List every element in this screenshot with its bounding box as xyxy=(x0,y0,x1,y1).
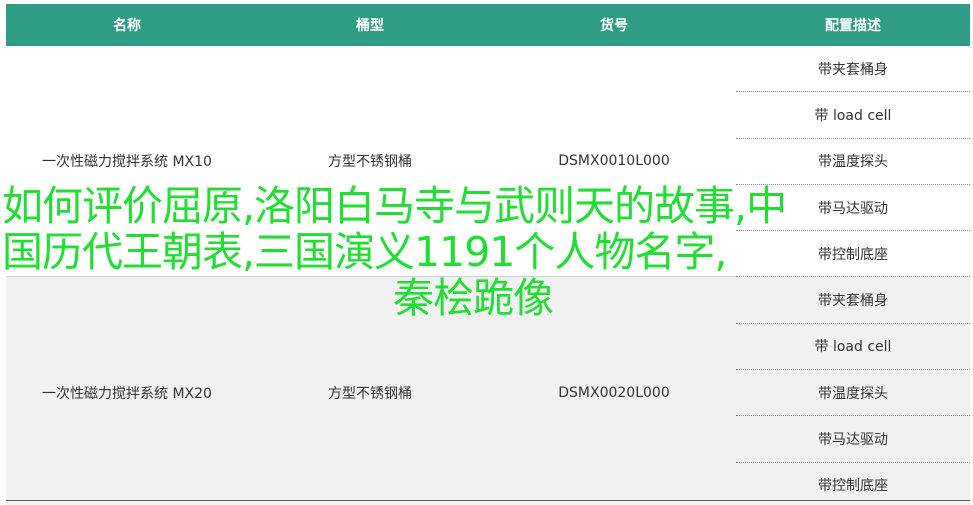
config-cell: 带马达驱动 xyxy=(736,415,970,463)
header-bucket-type: 桶型 xyxy=(248,4,492,46)
config-cell: 带控制底座 xyxy=(736,462,970,505)
config-cell: 带 load cell xyxy=(736,91,970,139)
config-cell: 带温度探头 xyxy=(736,369,970,417)
table-row: 一次性磁力搅拌系统 MX10 方型不锈钢桶 DSMX0010L000 带夹套桶身 xyxy=(6,46,970,277)
overlay-line-1: 如何评价屈原,洛阳白马寺与武则天的故事,中 xyxy=(2,182,787,230)
config-cell: 带夹套桶身 xyxy=(736,46,970,93)
config-cell: 带温度探头 xyxy=(736,138,970,185)
config-cell: 带 load cell xyxy=(736,323,970,371)
table-bottom-rule xyxy=(6,500,970,501)
header-name: 名称 xyxy=(6,4,248,46)
header-sku: 货号 xyxy=(492,4,736,46)
table-header-row: 名称 桶型 货号 配置描述 xyxy=(6,4,970,46)
overlay-line-2: 国历代王朝表,三国演义1191个人物名字, xyxy=(2,228,727,276)
header-config: 配置描述 xyxy=(736,4,970,46)
overlay-line-3: 秦桧跪像 xyxy=(393,274,554,322)
page: 名称 桶型 货号 配置描述 一次性磁力搅拌系统 MX10 方型不锈钢桶 DSMX… xyxy=(0,0,973,505)
overlay-caption: 如何评价屈原,洛阳白马寺与武则天的故事,中 国历代王朝表,三国演义1191个人物… xyxy=(0,183,973,321)
